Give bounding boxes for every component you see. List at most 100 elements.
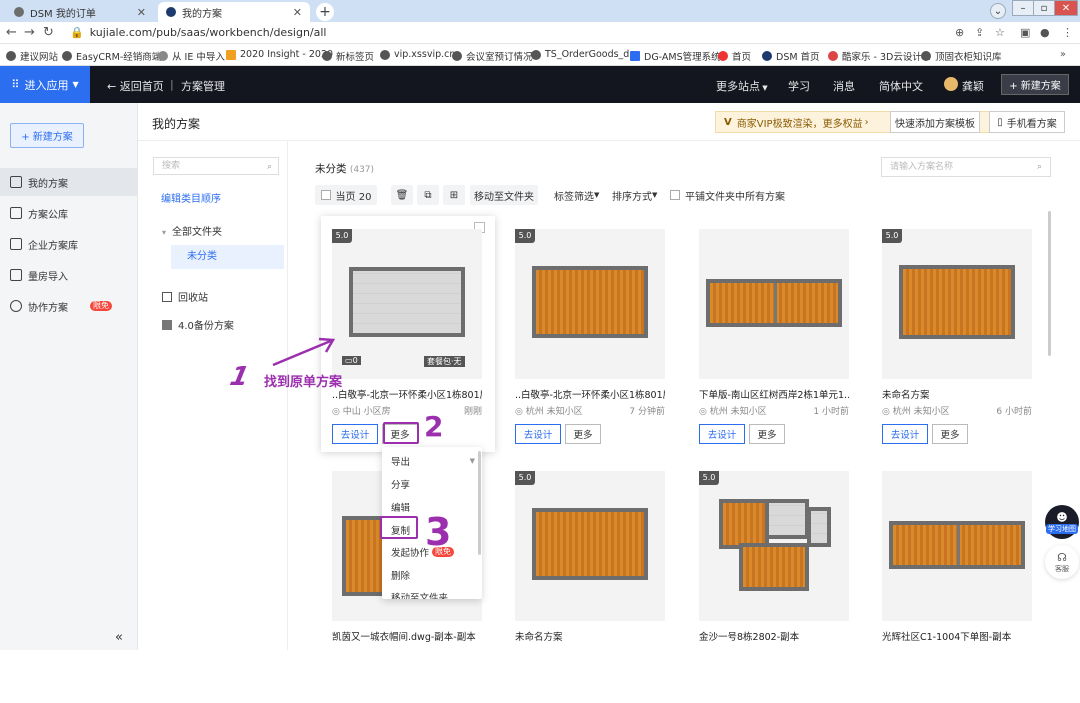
go-design-button[interactable]: 去设计 xyxy=(515,424,561,444)
new-tab-button[interactable]: + xyxy=(316,3,334,21)
move-to-folder-button[interactable]: 移动至文件夹 xyxy=(470,185,538,205)
go-design-button[interactable]: 去设计 xyxy=(882,424,928,444)
language-switch[interactable]: 简体中文 xyxy=(879,78,923,94)
plan-card[interactable]: 光辉社区C1-1004下单图-副本 xyxy=(882,471,1032,703)
tab-dsm-orders[interactable]: DSM 我的订单 ✕ xyxy=(6,2,154,22)
menu-scrollbar[interactable] xyxy=(478,451,481,555)
enter-app-button[interactable]: ⠿ 进入应用 ▼ xyxy=(0,66,90,103)
sidebar-item-my-plans[interactable]: 我的方案 xyxy=(0,168,138,196)
bookmark[interactable]: vip.xssvip.cn xyxy=(380,49,455,60)
bookmark[interactable]: 2020 Insight - 2020 xyxy=(226,49,333,60)
forward-arrow-icon[interactable]: → xyxy=(24,25,35,40)
all-folders-toggle[interactable]: ▾ 全部文件夹 xyxy=(162,223,222,238)
plan-title[interactable]: 金沙一号8栋2802-副本 xyxy=(699,629,849,643)
more-bookmarks-icon[interactable]: » xyxy=(1060,49,1066,60)
plan-thumbnail[interactable] xyxy=(699,229,849,379)
go-design-button[interactable]: 去设计 xyxy=(332,424,378,444)
bookmark[interactable]: 从 IE 中导入 xyxy=(158,49,225,63)
learning-map-button[interactable]: ☻ 学习地图 xyxy=(1045,505,1079,539)
tab-my-plans[interactable]: 我的方案 ✕ xyxy=(158,2,310,22)
menu-item-edit[interactable]: 编辑 xyxy=(391,500,410,514)
sidebar-item-collab[interactable]: 协作方案 限免 xyxy=(0,292,138,320)
menu-item-move[interactable]: 移动至文件夹 xyxy=(391,590,448,599)
plan-card[interactable]: 5.0 金沙一号8栋2802-副本 xyxy=(699,471,849,703)
bookmark[interactable]: DG-AMS管理系统 xyxy=(630,49,721,63)
close-icon[interactable]: ✕ xyxy=(137,6,146,19)
menu-item-export[interactable]: 导出 ▼ xyxy=(391,454,475,468)
menu-item-share[interactable]: 分享 xyxy=(391,477,410,491)
maximize-button[interactable]: ▫ xyxy=(1033,0,1055,16)
user-name[interactable]: 龚颖 xyxy=(962,78,984,94)
go-design-button[interactable]: 去设计 xyxy=(699,424,745,444)
star-icon[interactable]: ☆ xyxy=(995,26,1005,39)
new-plan-header-button[interactable]: + 新建方案 xyxy=(1001,74,1069,95)
sidepanel-icon[interactable]: ▣ xyxy=(1020,26,1030,39)
plan-title[interactable]: 凯茵又一城衣帽间.dwg-副本-副本 xyxy=(332,629,482,643)
profile-icon[interactable]: ● xyxy=(1040,26,1050,39)
quick-template-button[interactable]: 快速添加方案模板 xyxy=(890,111,980,133)
sidebar-item-room-import[interactable]: 量房导入 xyxy=(0,261,138,289)
more-button[interactable]: 更多 xyxy=(932,424,968,444)
mobile-view-button[interactable]: ▯ 手机看方案 xyxy=(989,111,1065,133)
backup-folder[interactable]: 4.0备份方案 xyxy=(162,317,234,332)
plan-card[interactable]: 5.0 未命名方案 ◎ 杭州 未知小区 6 小时前 去设计 更多 xyxy=(882,229,1032,461)
avatar[interactable] xyxy=(944,77,958,91)
move-folder-icon[interactable]: ⊞ xyxy=(443,185,465,205)
tab-search-icon[interactable]: ⌄ xyxy=(990,3,1006,19)
sidebar-item-enterprise-library[interactable]: 企业方案库 xyxy=(0,230,138,258)
edit-folder-order-link[interactable]: 编辑类目顺序 xyxy=(161,190,221,205)
bookmark[interactable]: DSM 首页 xyxy=(762,49,820,63)
more-sites-menu[interactable]: 更多站点 ▼ xyxy=(716,78,768,94)
bookmark[interactable]: 会议室预订情况 xyxy=(452,49,533,63)
plan-thumbnail[interactable]: 5.0 xyxy=(515,229,665,379)
reload-icon[interactable]: ↻ xyxy=(43,25,54,40)
plan-card[interactable]: 5.0 ..白敬亭-北京一环怀柔小区1栋801房 ◎ 杭州 未知小区 7 分钟前 … xyxy=(515,229,665,461)
bookmark[interactable]: 首页 xyxy=(718,49,751,63)
bookmark[interactable]: 建议网站 xyxy=(6,49,58,63)
plan-thumbnail[interactable]: 5.0 xyxy=(515,471,665,621)
plan-thumbnail[interactable]: 5.0 xyxy=(699,471,849,621)
bookmark[interactable]: 顶固衣柜知识库 xyxy=(921,49,1002,63)
plan-thumbnail[interactable]: 5.0 xyxy=(882,229,1032,379)
delete-icon[interactable]: 🗑 xyxy=(391,185,413,205)
more-button[interactable]: 更多 xyxy=(565,424,601,444)
back-arrow-icon[interactable]: ← xyxy=(6,25,17,40)
learn-link[interactable]: 学习 xyxy=(788,78,810,94)
bookmark[interactable]: 新标签页 xyxy=(322,49,374,63)
back-home-link[interactable]: ← 返回首页 xyxy=(107,78,164,94)
bookmark[interactable]: 酷家乐 - 3D云设计... xyxy=(828,49,931,63)
messages-link[interactable]: 消息 xyxy=(833,78,855,94)
copy-icon[interactable]: ⧉ xyxy=(417,185,439,205)
window-close-button[interactable]: ✕ xyxy=(1054,0,1078,16)
scrollbar[interactable] xyxy=(1048,211,1051,356)
menu-icon[interactable]: ⋮ xyxy=(1062,26,1073,39)
plan-title[interactable]: 未命名方案 xyxy=(882,387,1032,401)
plan-thumbnail[interactable] xyxy=(882,471,1032,621)
tag-filter-dropdown[interactable]: 标签筛选 ▼ xyxy=(554,185,599,205)
plan-title[interactable]: ..白敬亭-北京一环怀柔小区1栋801房 xyxy=(515,387,665,401)
sidebar-new-plan-button[interactable]: + 新建方案 xyxy=(10,123,84,148)
bookmark[interactable]: EasyCRM-经销商端 xyxy=(62,49,161,63)
zoom-icon[interactable]: ⊕ xyxy=(955,26,964,39)
minimize-button[interactable]: – xyxy=(1012,0,1034,16)
plan-card[interactable]: 下单版-南山区红树西岸2栋1单元1... ◎ 杭州 未知小区 1 小时前 去设计 … xyxy=(699,229,849,461)
plan-title[interactable]: 下单版-南山区红树西岸2栋1单元1... xyxy=(699,387,849,401)
customer-service-button[interactable]: ☊ 客服 xyxy=(1045,545,1079,579)
sort-dropdown[interactable]: 排序方式 ▼ xyxy=(612,185,657,205)
checkbox[interactable] xyxy=(670,190,680,200)
folder-search-input[interactable]: 搜索 ⌕ xyxy=(153,157,279,175)
plan-search-input[interactable]: 请输入方案名称 ⌕ xyxy=(881,157,1051,177)
menu-item-delete[interactable]: 删除 xyxy=(391,568,410,582)
bookmark[interactable]: TS_OrderGoods_d... xyxy=(531,49,638,60)
plan-title[interactable]: 未命名方案 xyxy=(515,629,665,643)
checkbox[interactable] xyxy=(320,190,331,200)
close-icon[interactable]: ✕ xyxy=(293,6,302,19)
plan-card[interactable]: 5.0 未命名方案 xyxy=(515,471,665,703)
recycle-bin[interactable]: 回收站 xyxy=(162,289,208,304)
plan-title[interactable]: 光辉社区C1-1004下单图-副本 xyxy=(882,629,1032,643)
sidebar-item-public-library[interactable]: 方案公库 xyxy=(0,199,138,227)
collapse-sidebar-icon[interactable]: « xyxy=(115,630,123,645)
share-icon[interactable]: ⇪ xyxy=(975,26,984,39)
select-current-page[interactable]: 当页 20 xyxy=(315,185,377,205)
url-field[interactable]: 🔒 kujiale.com/pub/saas/workbench/design/a… xyxy=(70,25,940,41)
